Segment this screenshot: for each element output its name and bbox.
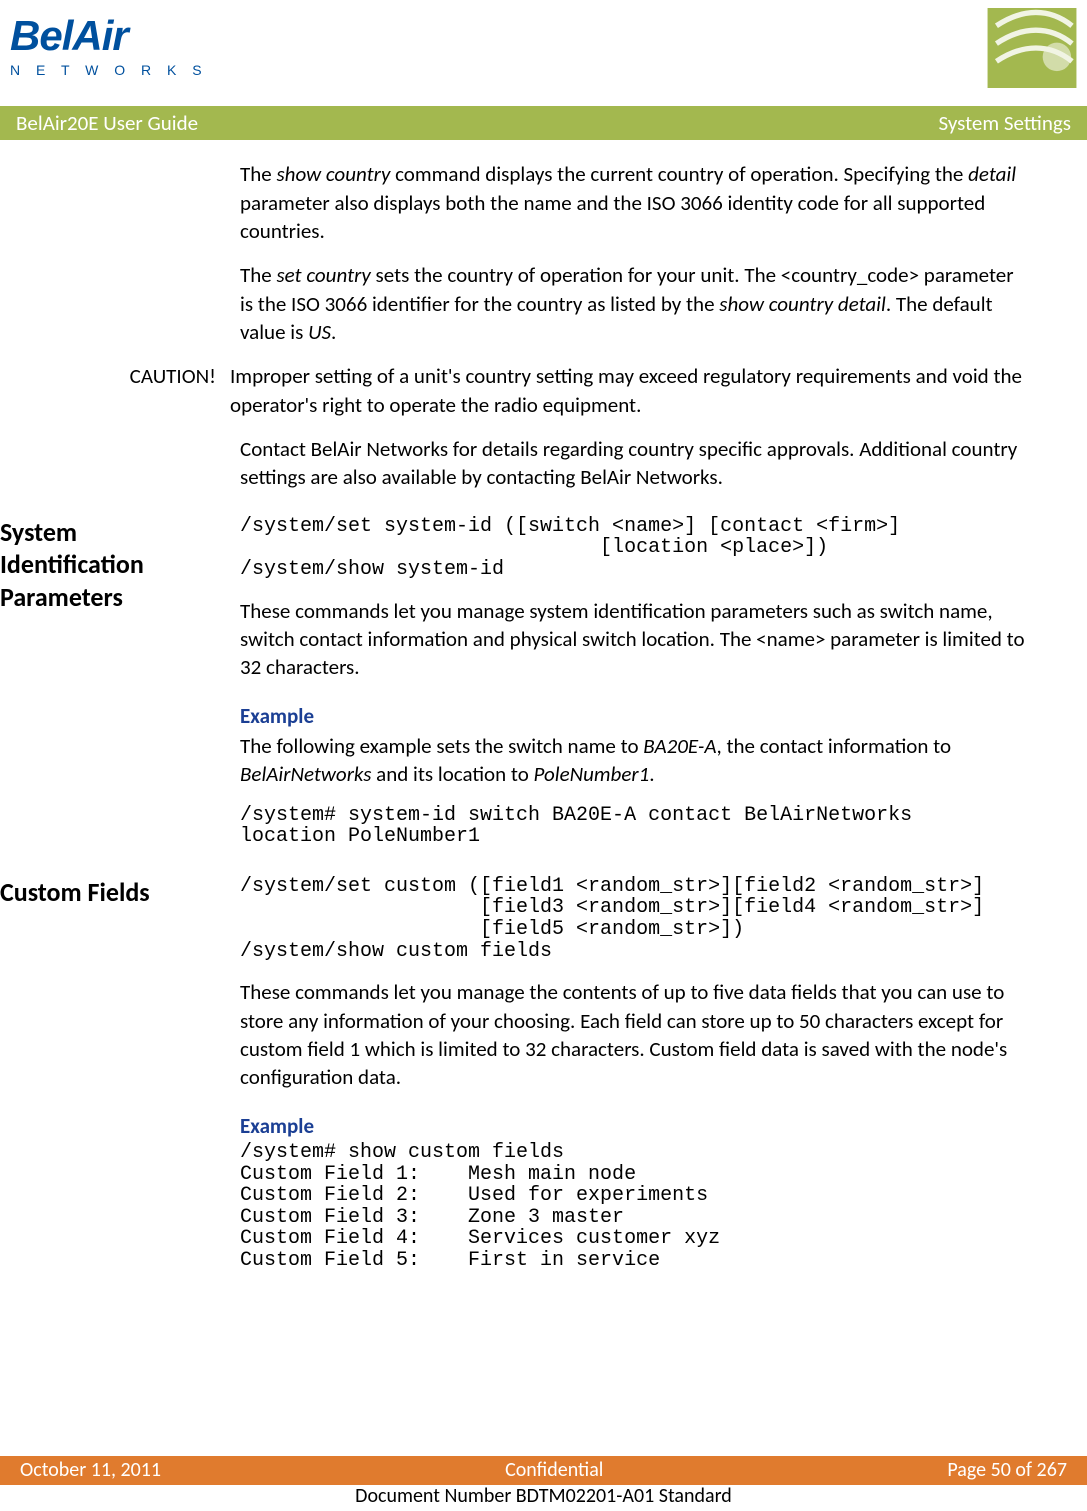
header-logos: BelAir N E T W O R K S	[0, 0, 1087, 106]
subhead-example-1: Example	[240, 702, 1027, 730]
footer-bar: October 11, 2011 Confidential Page 50 of…	[0, 1456, 1087, 1485]
subhead-example-2: Example	[240, 1112, 1027, 1140]
footer-docnum: Document Number BDTM02201-A01 Standard	[0, 1482, 1087, 1511]
footer-center: Confidential	[505, 1457, 603, 1484]
para-example-1: The following example sets the switch na…	[240, 732, 1027, 789]
company-mark-icon	[987, 8, 1077, 88]
title-bar-right: System Settings	[938, 109, 1071, 137]
heading-custom-fields: Custom Fields	[0, 876, 240, 1272]
para-show-country: The show country command displays the cu…	[240, 160, 1027, 245]
caution-label: CAUTION!	[0, 362, 240, 435]
para-custom: These commands let you manage the conten…	[240, 978, 1027, 1091]
logo-brand: BelAir	[10, 12, 128, 59]
footer-page: Page 50 of 267	[947, 1457, 1067, 1484]
code-example-2: /system# show custom fields Custom Field…	[240, 1142, 1027, 1272]
code-system-id: /system/set system-id ([switch <name>] […	[240, 516, 1027, 581]
para-set-country: The set country sets the country of oper…	[240, 261, 1027, 346]
code-custom: /system/set custom ([field1 <random_str>…	[240, 876, 1027, 962]
logo-subtext: N E T W O R K S	[10, 61, 208, 80]
title-bar-left: BelAir20E User Guide	[16, 109, 198, 137]
para-contact: Contact BelAir Networks for details rega…	[240, 435, 1027, 492]
title-bar: BelAir20E User Guide System Settings	[0, 106, 1087, 140]
caution-text: Improper setting of a unit's country set…	[230, 362, 1027, 419]
code-example-1: /system# system-id switch BA20E-A contac…	[240, 805, 1027, 848]
footer-date: October 11, 2011	[20, 1457, 161, 1484]
heading-system-id: System Identification Parameters	[0, 516, 240, 872]
para-system-id: These commands let you manage system ide…	[240, 597, 1027, 682]
company-logo: BelAir N E T W O R K S	[10, 8, 208, 80]
